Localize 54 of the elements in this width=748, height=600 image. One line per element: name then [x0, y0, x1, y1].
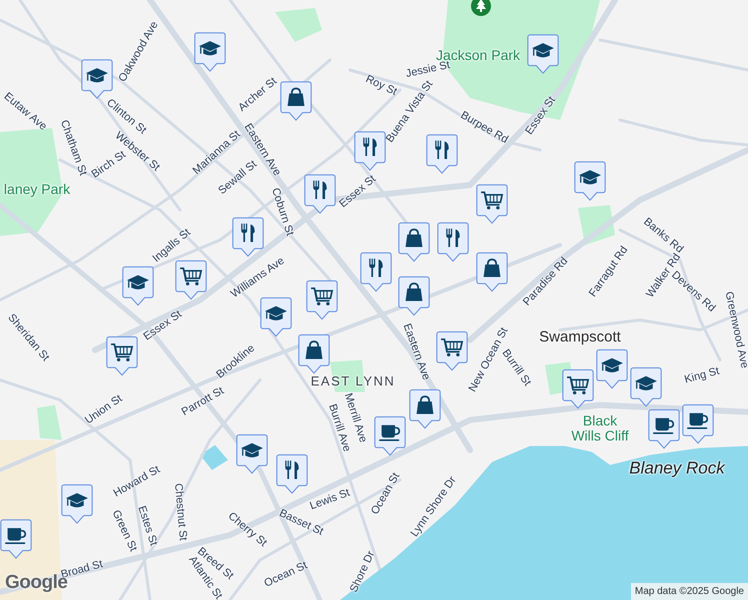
shopping-bag-marker[interactable]	[398, 222, 430, 262]
map-attribution: Map data ©2025 Google	[630, 583, 748, 600]
fork-knife-marker[interactable]	[232, 217, 264, 257]
park-area	[275, 8, 322, 42]
shopping-bag-marker[interactable]	[298, 334, 330, 374]
park-label: Jackson Park	[436, 48, 520, 62]
school-marker[interactable]	[574, 161, 606, 201]
park-area	[578, 205, 615, 245]
cart-marker[interactable]	[436, 331, 468, 371]
coffee-cup-marker[interactable]	[374, 416, 406, 456]
street-label: Jessie St	[405, 60, 451, 80]
school-marker[interactable]	[527, 34, 559, 74]
cart-marker[interactable]	[562, 369, 594, 409]
district-label: EAST LYNN	[310, 374, 396, 388]
fork-knife-marker[interactable]	[437, 222, 469, 262]
shopping-bag-marker[interactable]	[409, 389, 441, 429]
street-label: Ocean St	[262, 560, 310, 590]
fork-knife-marker[interactable]	[304, 174, 336, 214]
street-label: Coburn St	[269, 186, 295, 238]
school-marker[interactable]	[61, 484, 93, 524]
street-label: Chestnut St	[172, 482, 188, 542]
coffee-cup-marker[interactable]	[682, 404, 714, 444]
pond-area	[200, 445, 228, 470]
park-label: Black Wills Cliff	[570, 413, 630, 443]
cart-marker[interactable]	[476, 184, 508, 224]
street-label: Roy St	[364, 74, 398, 98]
coffee-cup-marker[interactable]	[0, 519, 32, 559]
shopping-bag-marker[interactable]	[280, 81, 312, 121]
shopping-bag-marker[interactable]	[398, 276, 430, 316]
street-label: Eastern Ave	[400, 322, 432, 382]
street-label: Lewis St	[308, 488, 352, 512]
fork-knife-marker[interactable]	[354, 131, 386, 171]
park-area	[37, 405, 62, 440]
school-marker[interactable]	[260, 297, 292, 337]
fork-knife-marker[interactable]	[426, 134, 458, 174]
fork-knife-marker[interactable]	[276, 454, 308, 494]
school-marker[interactable]	[81, 59, 113, 99]
town-label: Swampscott	[539, 330, 621, 344]
cart-marker[interactable]	[175, 260, 207, 300]
cart-marker[interactable]	[106, 336, 138, 376]
landmark-label: Blaney Rock	[629, 460, 725, 476]
cart-marker[interactable]	[306, 280, 338, 320]
street-label: Shore Dr	[348, 550, 378, 594]
school-marker[interactable]	[122, 266, 154, 306]
school-marker[interactable]	[596, 349, 628, 389]
school-marker[interactable]	[630, 367, 662, 407]
coffee-cup-marker[interactable]	[648, 409, 680, 449]
park-label: laney Park	[4, 182, 70, 196]
school-marker[interactable]	[194, 32, 226, 72]
street-label: King St	[683, 366, 721, 386]
park-pin-icon[interactable]	[469, 0, 493, 18]
fork-knife-marker[interactable]	[360, 252, 392, 292]
shopping-bag-marker[interactable]	[476, 252, 508, 292]
school-marker[interactable]	[236, 434, 268, 474]
